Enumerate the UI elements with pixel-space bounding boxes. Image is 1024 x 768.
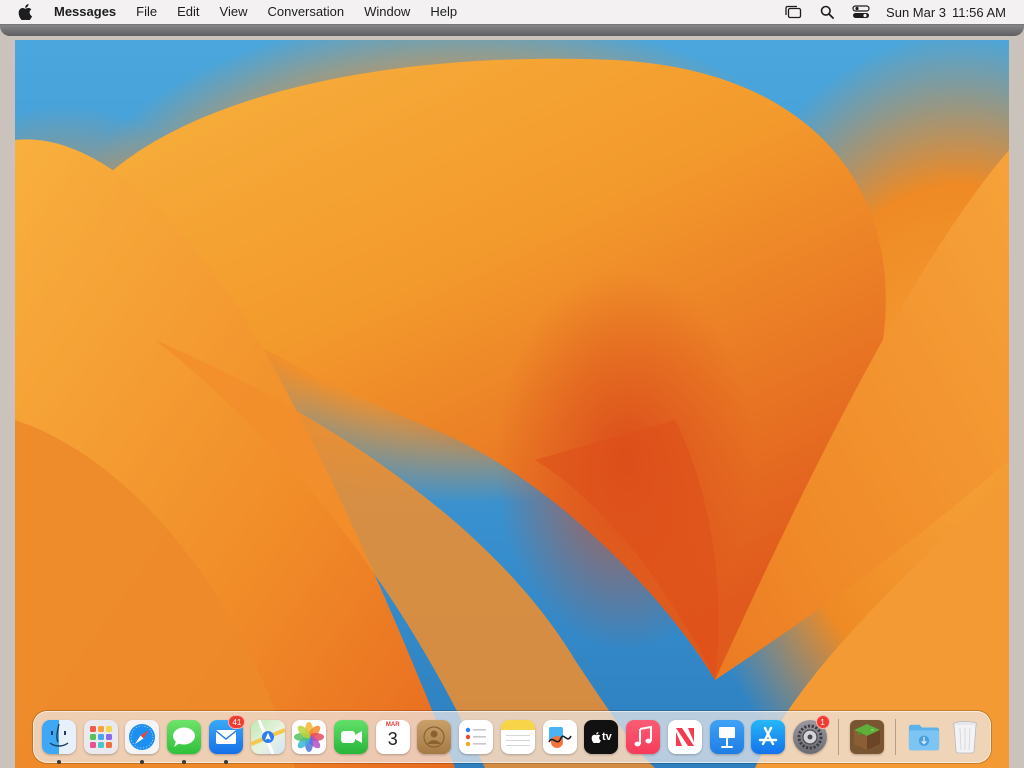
wallpaper-petals xyxy=(15,58,1009,768)
running-indicator xyxy=(56,760,61,764)
facetime-icon xyxy=(334,720,368,754)
menubar-time: 11:56 AM xyxy=(952,4,1006,20)
system-settings-badge: 1 xyxy=(815,715,830,729)
menu-view[interactable]: View xyxy=(210,0,258,24)
menu-file[interactable]: File xyxy=(126,0,167,24)
dock-apple-tv[interactable]: tv xyxy=(583,718,620,756)
calendar-icon: MAR 3 xyxy=(375,720,410,754)
dock-messages[interactable] xyxy=(166,718,203,764)
safari-icon xyxy=(125,720,160,754)
freeform-icon xyxy=(542,720,577,754)
contacts-icon xyxy=(417,720,452,754)
running-indicator xyxy=(223,760,228,764)
dock-minecraft[interactable] xyxy=(848,718,885,756)
dock-finder[interactable] xyxy=(40,718,77,764)
calendar-day: 3 xyxy=(387,729,398,749)
apple-tv-icon: tv xyxy=(584,720,619,754)
dock: 41 MAR 3 tv 1 xyxy=(33,711,991,764)
reminders-icon xyxy=(459,720,494,754)
finder-icon xyxy=(41,720,76,754)
dock-notes[interactable] xyxy=(499,718,536,756)
apple-tv-label: tv xyxy=(602,731,612,743)
app-menu-messages[interactable]: Messages xyxy=(46,0,126,24)
dock-contacts[interactable] xyxy=(416,718,453,756)
dock-news[interactable] xyxy=(666,718,703,756)
menubar-clock[interactable]: Sun Mar 3 11:56 AM xyxy=(878,5,1024,20)
trash-icon xyxy=(948,720,982,754)
messages-icon xyxy=(167,720,202,754)
dock-freeform[interactable] xyxy=(541,718,578,756)
dock-app-store[interactable] xyxy=(750,718,787,756)
dock-trash[interactable] xyxy=(947,718,984,756)
dock-separator xyxy=(837,719,839,755)
dock-music[interactable] xyxy=(625,718,662,756)
menu-bar: Messages File Edit View Conversation Win… xyxy=(0,0,1024,24)
minecraft-icon xyxy=(849,720,884,754)
app-store-icon xyxy=(751,720,786,754)
maps-icon xyxy=(250,720,285,754)
mail-unread-badge: 41 xyxy=(228,715,246,729)
calendar-month: MAR xyxy=(385,722,400,728)
dock-system-settings[interactable]: 1 xyxy=(792,715,830,756)
dock-calendar[interactable]: MAR 3 xyxy=(374,718,411,756)
stage-manager-icon[interactable] xyxy=(784,5,802,19)
menu-window[interactable]: Window xyxy=(354,0,420,24)
dock-photos[interactable] xyxy=(291,718,328,756)
downloads-folder-icon xyxy=(907,720,941,754)
dock-keynote[interactable] xyxy=(708,718,745,756)
music-icon xyxy=(626,720,661,754)
news-icon xyxy=(667,720,702,754)
dock-separator xyxy=(894,719,896,755)
dock-safari[interactable] xyxy=(124,718,161,764)
dock-reminders[interactable] xyxy=(458,718,495,756)
menu-help[interactable]: Help xyxy=(420,0,467,24)
menu-conversation[interactable]: Conversation xyxy=(257,0,354,24)
launchpad-icon xyxy=(83,720,118,754)
desktop-wallpaper[interactable] xyxy=(15,40,1009,768)
control-center-icon[interactable] xyxy=(852,5,870,19)
dock-mail[interactable]: 41 xyxy=(207,715,246,764)
photos-icon xyxy=(292,720,327,754)
dock-downloads[interactable] xyxy=(905,718,942,756)
notes-icon xyxy=(500,720,535,754)
dock-facetime[interactable] xyxy=(332,718,369,756)
dock-maps[interactable] xyxy=(249,718,286,756)
spotlight-search-icon[interactable] xyxy=(818,5,836,19)
apple-menu-icon[interactable] xyxy=(18,4,34,20)
menu-edit[interactable]: Edit xyxy=(167,0,209,24)
keynote-icon xyxy=(709,720,744,754)
menubar-date: Sun Mar 3 xyxy=(886,4,947,20)
dock-launchpad[interactable] xyxy=(82,718,119,756)
window-edge-shadow xyxy=(0,24,1024,36)
